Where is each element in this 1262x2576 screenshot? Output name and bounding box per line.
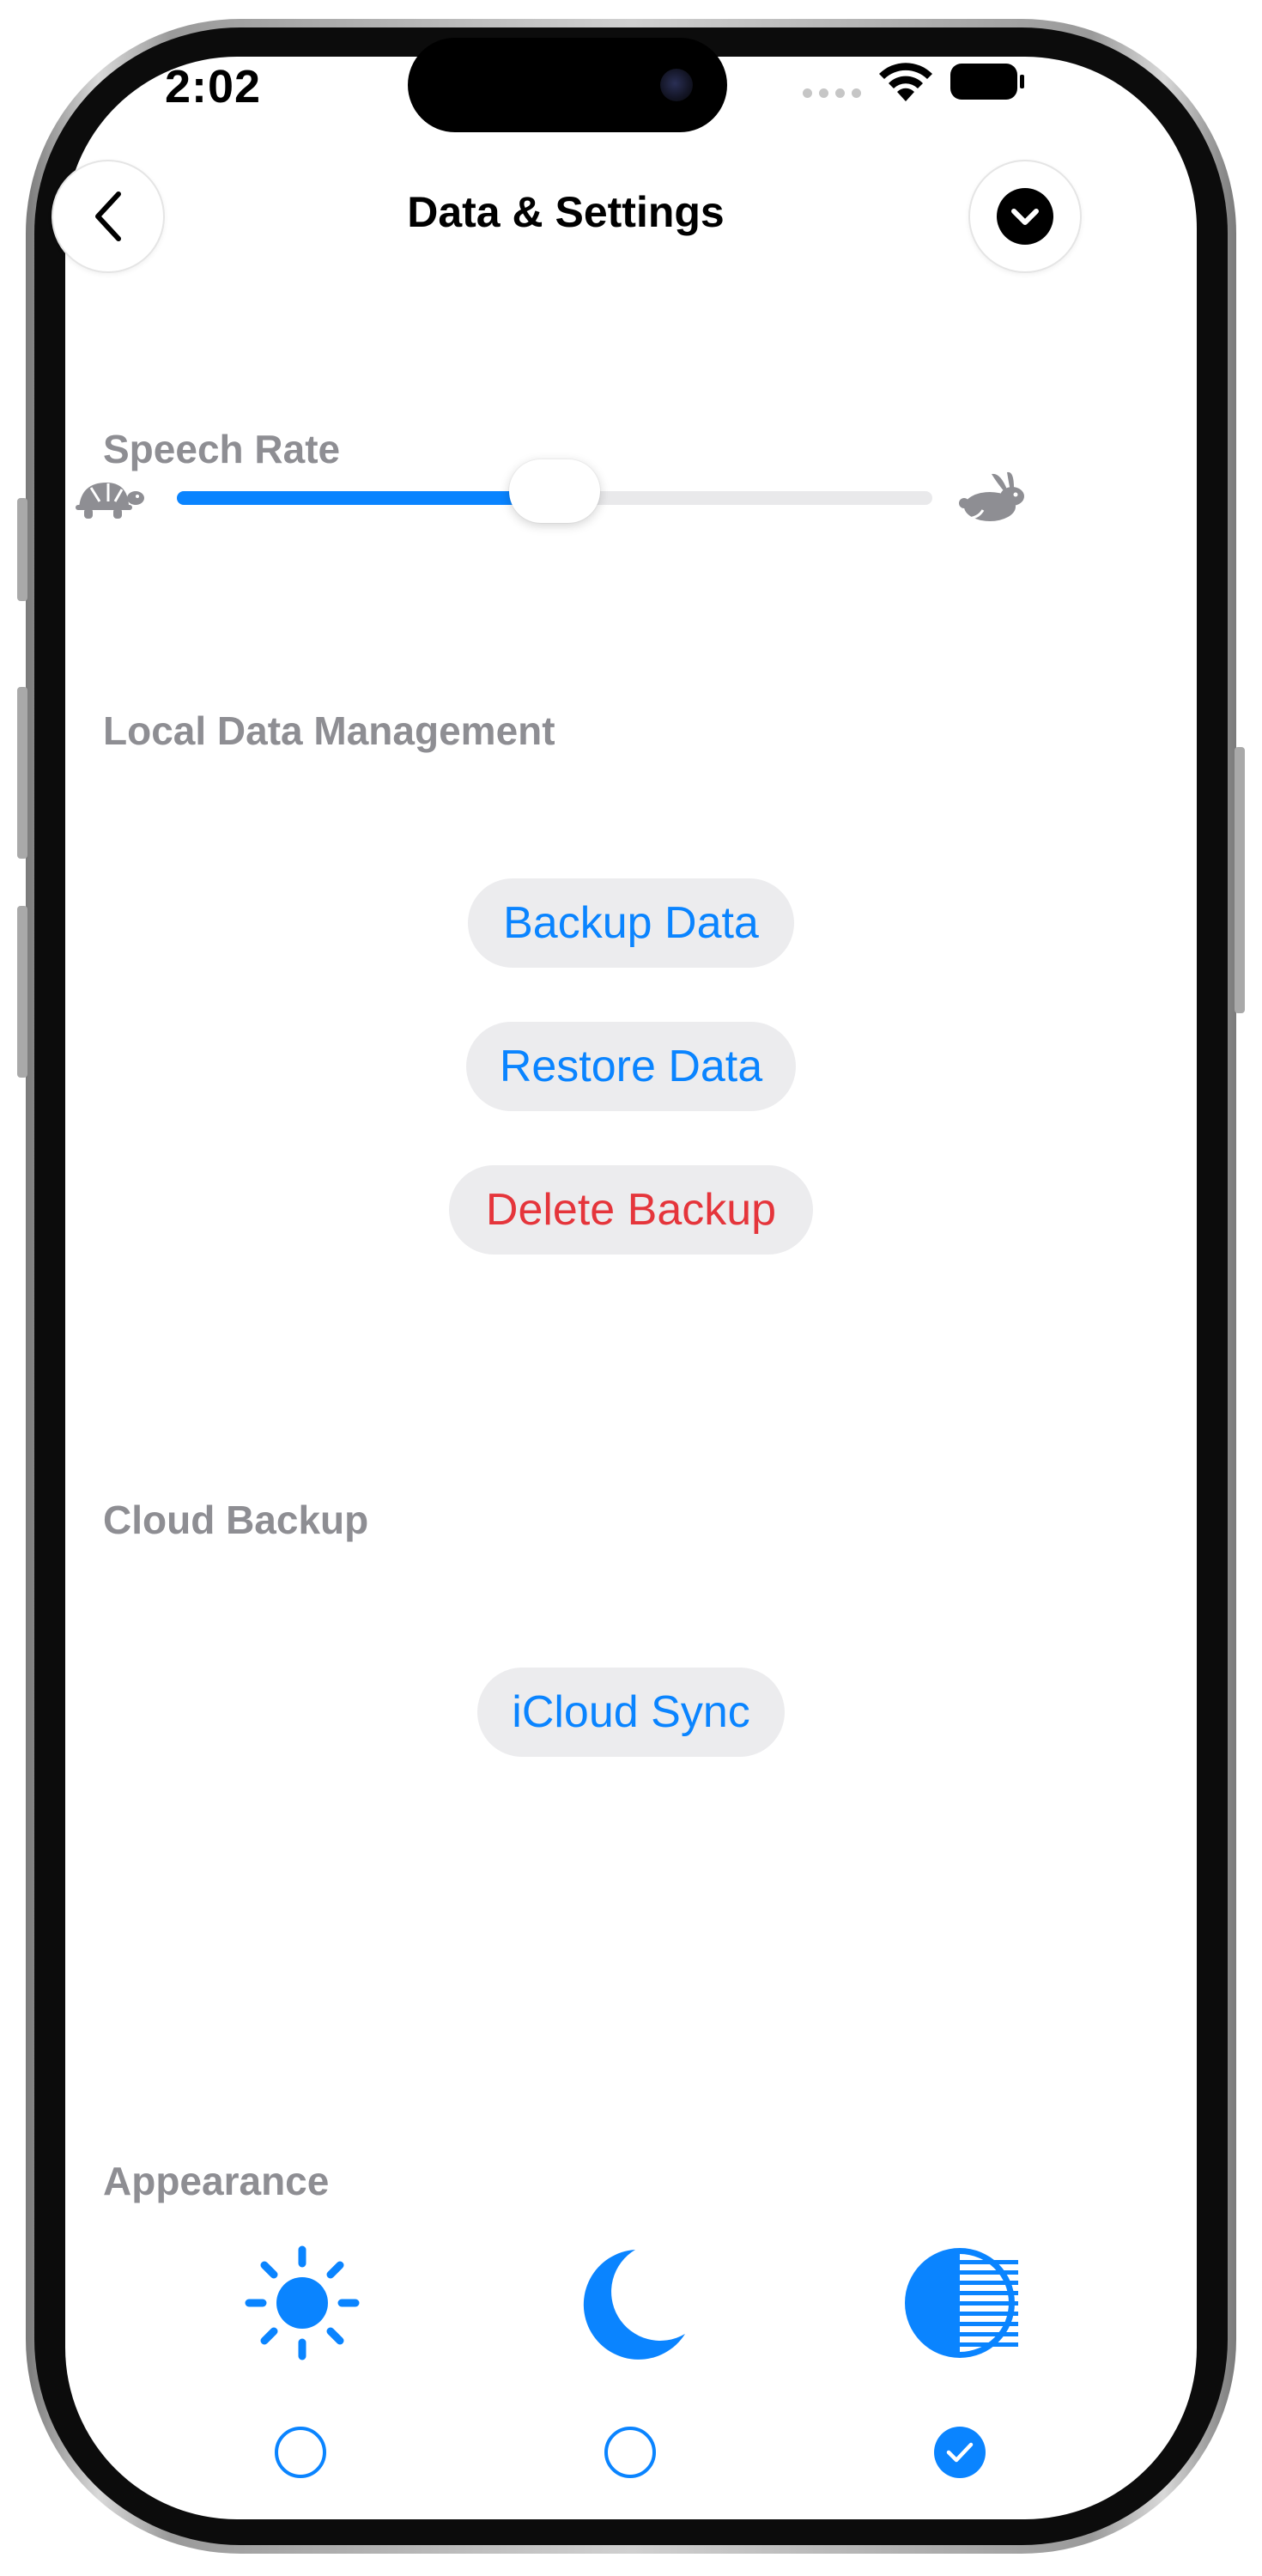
volume-down-button [17,906,27,1078]
icloud-sync-button[interactable]: iCloud Sync [477,1668,785,1757]
front-camera [660,69,693,101]
action-button [17,498,27,601]
restore-data-button[interactable]: Restore Data [466,1022,796,1111]
restore-data-label: Restore Data [499,1042,763,1091]
chevron-down-circle-icon [997,188,1053,245]
menu-button[interactable] [968,160,1082,273]
cloud-backup-label: Cloud Backup [103,1498,369,1542]
backup-data-label: Backup Data [503,898,759,948]
back-button[interactable] [52,160,165,273]
speech-rate-slider[interactable] [177,459,932,523]
appearance-radio-light[interactable] [275,2427,326,2478]
backup-data-button[interactable]: Backup Data [468,878,794,968]
appearance-radio-auto[interactable] [934,2427,986,2478]
delete-backup-button[interactable]: Delete Backup [449,1165,813,1255]
appearance-radio-dark[interactable] [604,2427,656,2478]
volume-up-button [17,687,27,859]
page-title: Data & Settings [407,188,725,236]
delete-backup-label: Delete Backup [485,1185,777,1235]
hare-icon [959,471,1024,521]
speech-rate-label: Speech Rate [103,427,341,471]
slider-fill [177,491,555,505]
slider-thumb[interactable] [509,459,600,523]
local-data-label: Local Data Management [103,708,555,753]
power-button [1235,747,1245,1013]
sun-icon[interactable] [244,2245,361,2361]
tortoise-icon [76,483,144,519]
dynamic-island [408,38,727,132]
chevron-left-icon [95,191,121,241]
appearance-label: Appearance [103,2159,330,2203]
battery-icon [950,64,1024,100]
half-contrast-icon[interactable] [901,2245,1018,2361]
cellular-signal-icon [803,88,861,98]
status-time: 2:02 [165,61,262,112]
moon-icon[interactable] [573,2245,690,2361]
wifi-icon [879,63,932,101]
checkmark-icon [946,2442,974,2463]
icloud-sync-label: iCloud Sync [512,1687,750,1737]
